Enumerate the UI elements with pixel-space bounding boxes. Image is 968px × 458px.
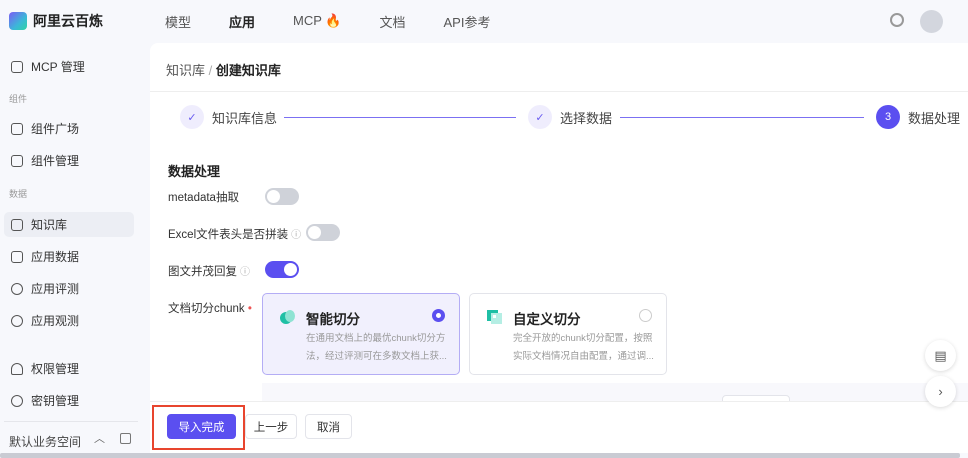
- step-connector: [620, 117, 864, 118]
- logo-icon: [9, 12, 27, 30]
- label-text: 文档切分chunk: [168, 303, 245, 315]
- book-icon: [11, 218, 23, 231]
- divider: [150, 91, 968, 92]
- brand-logo[interactable]: 阿里云百炼: [9, 11, 103, 31]
- check-icon: ✓: [528, 105, 552, 129]
- step-1: ✓ 知识库信息: [180, 105, 277, 129]
- mcp-icon: [11, 60, 23, 73]
- label: 密钥管理: [31, 394, 80, 408]
- collapse-sidebar-icon[interactable]: [120, 433, 131, 444]
- top-bar: 阿里云百炼 模型 应用 MCP 🔥 文档 API参考: [0, 0, 968, 42]
- image-reply-label: 图文并茂回复 ⓘ: [168, 263, 250, 279]
- horizontal-scrollbar[interactable]: [0, 453, 960, 458]
- chunk-option-custom[interactable]: 自定义切分 完全开放的chunk切分配置，按照实际文档情况自由配置，通过调...: [469, 293, 667, 375]
- step-number: 3: [876, 105, 900, 129]
- check-icon: ✓: [180, 105, 204, 129]
- sidebar: MCP 管理 组件 组件广场 组件管理 数据 知识库 应用数据 应用评测 应用观…: [0, 42, 148, 458]
- highlight-box: [152, 405, 245, 450]
- pie-icon: [11, 314, 23, 327]
- radio-selected[interactable]: [432, 309, 445, 322]
- option-title: 智能切分: [306, 312, 360, 327]
- label: 组件广场: [31, 122, 80, 136]
- step-label: 知识库信息: [212, 110, 278, 126]
- divider: [4, 421, 138, 422]
- previous-step-button[interactable]: 上一步: [245, 414, 297, 439]
- label: 应用数据: [31, 250, 80, 264]
- label: 组件管理: [31, 154, 80, 168]
- nav-api[interactable]: API参考: [444, 12, 491, 31]
- chevron-up-icon[interactable]: ︿: [94, 430, 105, 446]
- section-title: 数据处理: [168, 164, 221, 179]
- sidebar-item-app-eval[interactable]: 应用评测: [4, 276, 134, 301]
- leaf-icon: [280, 310, 295, 324]
- breadcrumb: 知识库 / 创建知识库: [166, 60, 281, 79]
- label: 应用评测: [31, 282, 80, 296]
- metadata-toggle[interactable]: [265, 188, 299, 205]
- chart-icon: [11, 250, 23, 263]
- avatar[interactable]: [920, 10, 943, 33]
- radio-unselected[interactable]: [639, 309, 652, 322]
- nav-apps[interactable]: 应用: [229, 12, 255, 31]
- custom-split-icon: [487, 310, 502, 324]
- nav-models[interactable]: 模型: [165, 12, 191, 31]
- option-title: 自定义切分: [513, 312, 581, 327]
- step-3: 3 数据处理: [876, 105, 960, 129]
- step-label: 选择数据: [560, 110, 613, 126]
- label: 应用观测: [31, 314, 80, 328]
- cancel-button[interactable]: 取消: [305, 414, 352, 439]
- excel-label: Excel文件表头是否拼装 ⓘ: [168, 226, 301, 242]
- settings-icon[interactable]: [890, 13, 904, 27]
- sidebar-item-app-data[interactable]: 应用数据: [4, 244, 134, 269]
- chunk-option-smart[interactable]: 智能切分 在通用文档上的最优chunk切分方法，经过评测可在多数文档上获...: [262, 293, 460, 375]
- top-nav: 模型 应用 MCP 🔥 文档 API参考: [165, 0, 528, 42]
- label-text: Excel文件表头是否拼装: [168, 229, 289, 241]
- label: MCP 管理: [31, 60, 85, 74]
- breadcrumb-parent[interactable]: 知识库: [166, 63, 205, 78]
- label-text: 图文并茂回复: [168, 266, 237, 278]
- excel-toggle[interactable]: [306, 224, 340, 241]
- user-icon: [11, 362, 23, 375]
- step-connector: [284, 117, 516, 118]
- chevron-right-icon[interactable]: ›: [925, 376, 956, 407]
- help-icon[interactable]: ⓘ: [291, 230, 301, 241]
- image-reply-toggle[interactable]: [265, 261, 299, 278]
- help-icon[interactable]: ⓘ: [240, 267, 250, 278]
- section-components: 组件: [9, 94, 28, 104]
- workspace-selector[interactable]: 默认业务空间: [9, 433, 81, 450]
- breadcrumb-current: 创建知识库: [215, 63, 281, 78]
- sidebar-item-components-square[interactable]: 组件广场: [4, 116, 134, 141]
- sidebar-item-mcp[interactable]: MCP 管理: [4, 54, 134, 79]
- puzzle-gear-icon: [11, 154, 23, 167]
- compass-icon: [11, 282, 23, 295]
- required-marker: •: [247, 303, 252, 315]
- sidebar-item-components-manage[interactable]: 组件管理: [4, 148, 134, 173]
- label: 权限管理: [31, 362, 80, 376]
- option-desc: 完全开放的chunk切分配置，按照实际文档情况自由配置，通过调...: [513, 333, 654, 362]
- key-icon: [11, 394, 23, 407]
- sidebar-item-knowledge[interactable]: 知识库: [4, 212, 134, 237]
- puzzle-icon: [11, 122, 23, 135]
- brand-name: 阿里云百炼: [33, 13, 103, 29]
- breadcrumb-sep: /: [208, 63, 213, 78]
- main-panel: 知识库 / 创建知识库 ✓ 知识库信息 ✓ 选择数据 3 数据处理 数据处理 meta…: [150, 43, 968, 453]
- nav-mcp[interactable]: MCP 🔥: [293, 13, 341, 29]
- sidebar-item-permissions[interactable]: 权限管理: [4, 356, 134, 381]
- document-icon[interactable]: ▤: [925, 340, 956, 371]
- metadata-label: metadata抽取: [168, 192, 239, 204]
- option-desc: 在通用文档上的最优chunk切分方法，经过评测可在多数文档上获...: [306, 333, 447, 362]
- footer-actions: 导入完成 上一步 取消: [150, 401, 968, 453]
- section-data: 数据: [9, 189, 28, 199]
- sidebar-item-keys[interactable]: 密钥管理: [4, 388, 134, 413]
- step-label: 数据处理: [908, 110, 961, 126]
- label: 知识库: [31, 218, 68, 232]
- nav-docs[interactable]: 文档: [379, 12, 405, 31]
- chunk-label: 文档切分chunk •: [168, 300, 252, 316]
- step-2: ✓ 选择数据: [528, 105, 612, 129]
- sidebar-item-app-observe[interactable]: 应用观测: [4, 308, 134, 333]
